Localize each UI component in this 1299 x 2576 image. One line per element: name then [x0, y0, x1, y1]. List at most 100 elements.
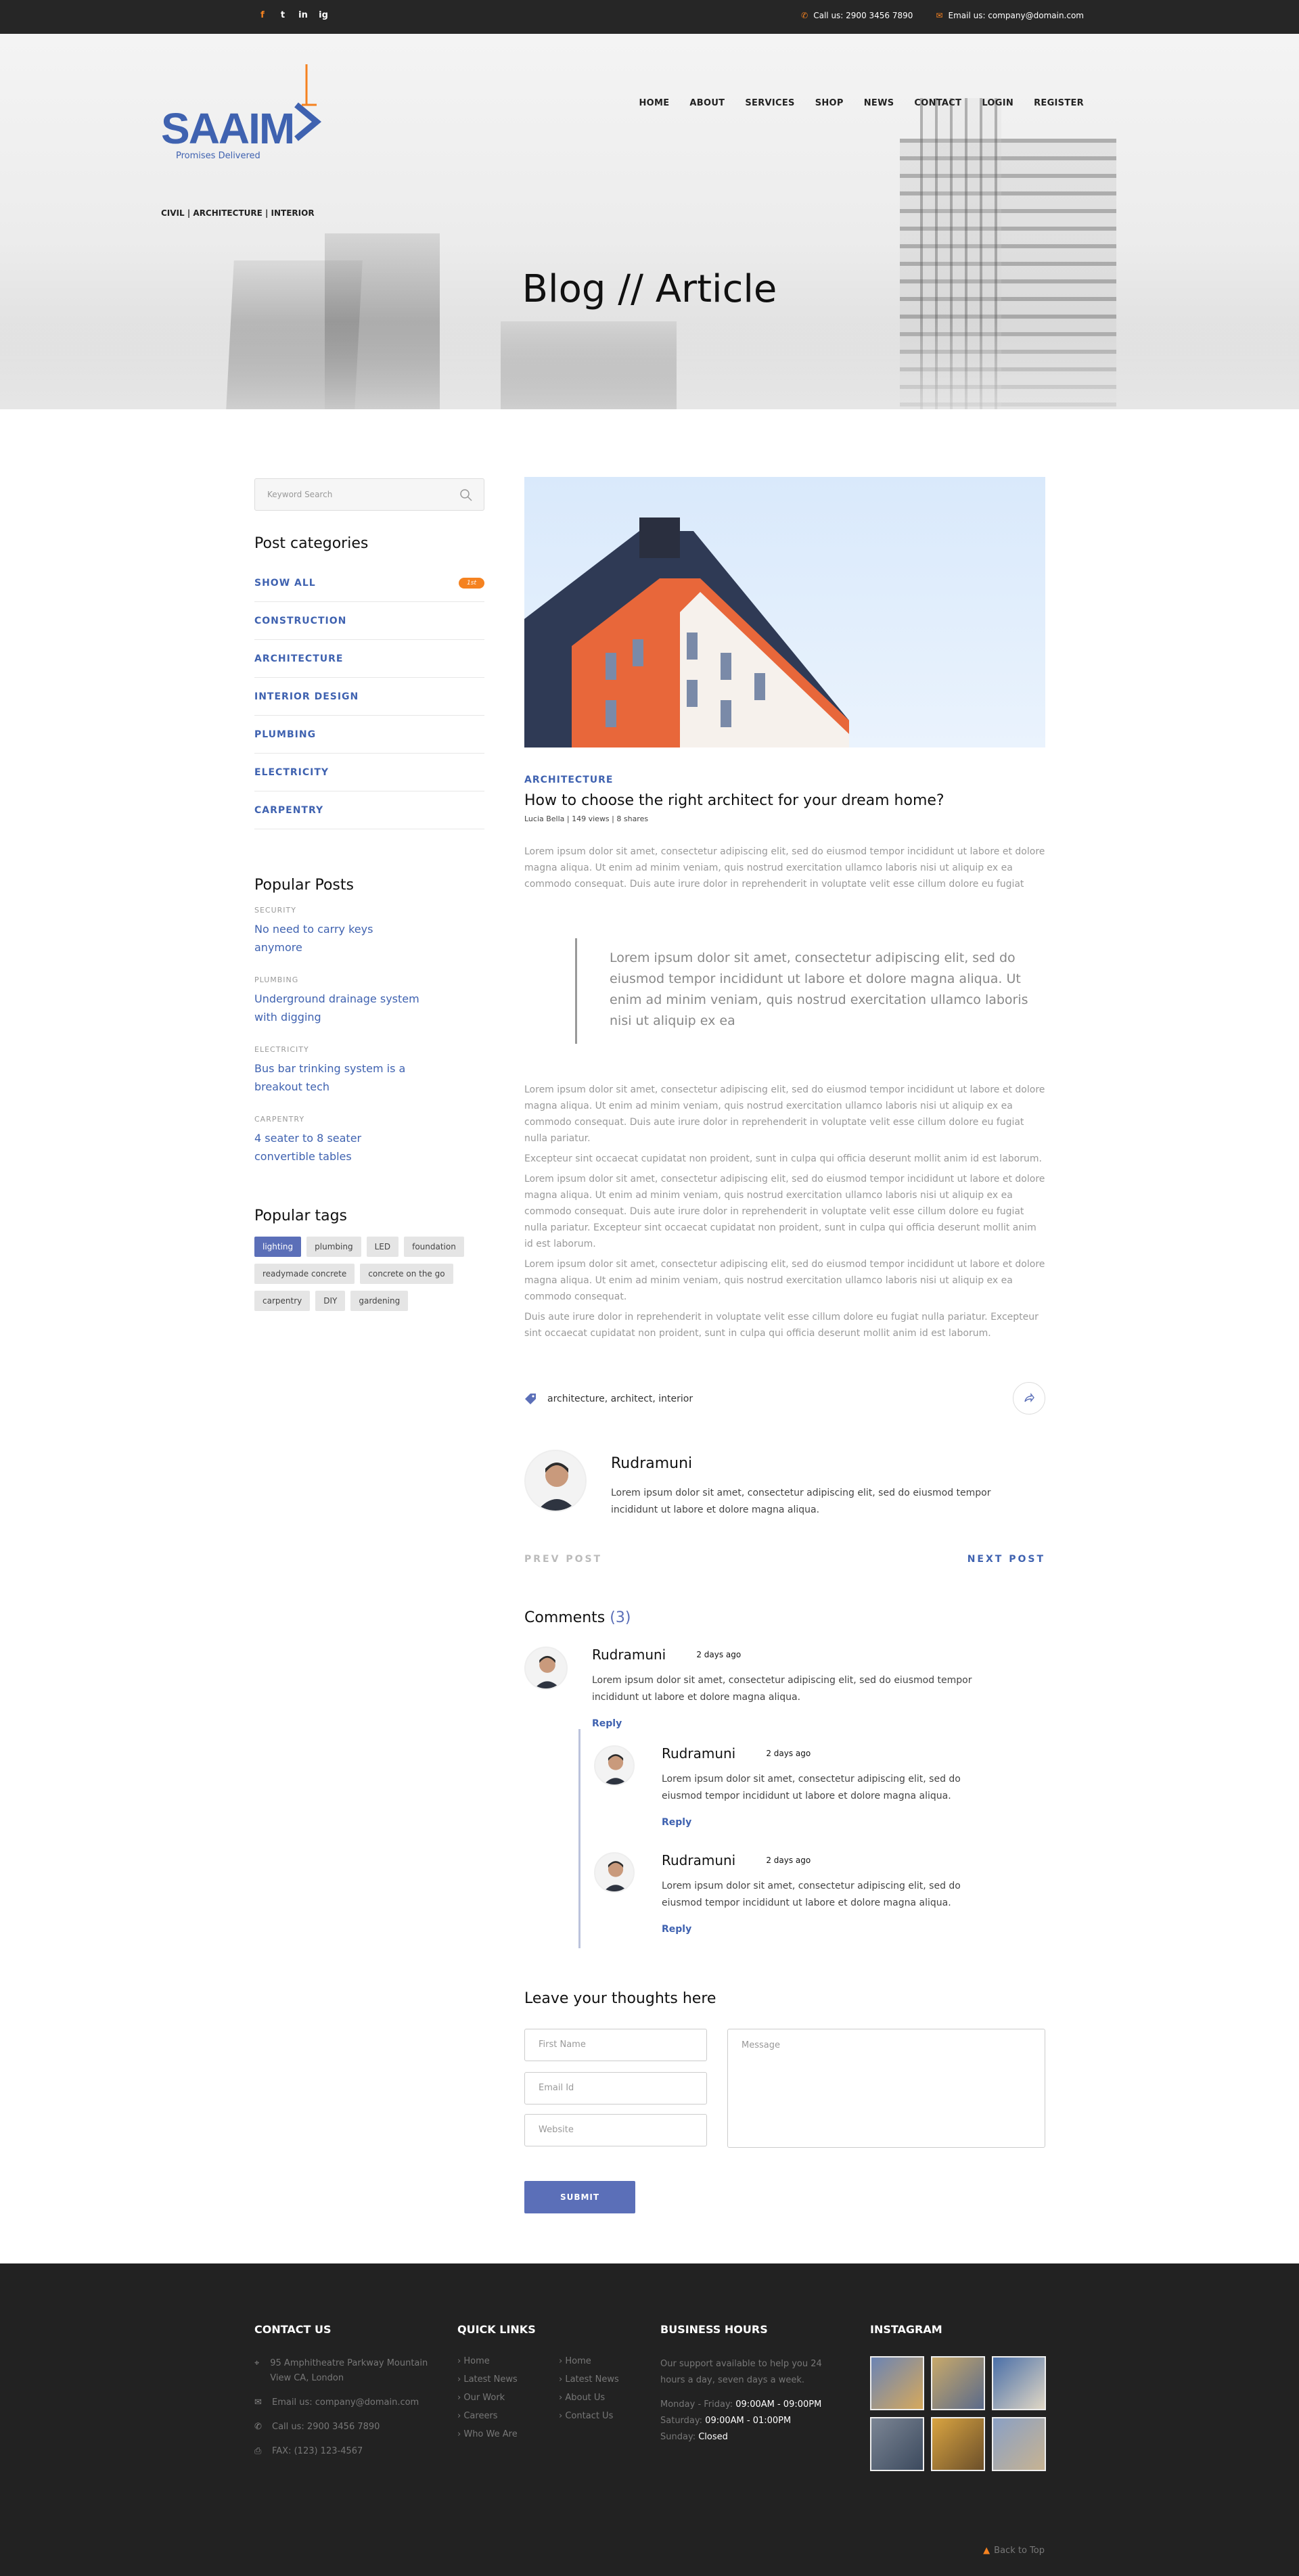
popular-post[interactable]: ELECTRICITY Bus bar trinking system is a …: [254, 1045, 484, 1096]
footer-link[interactable]: Latest News: [559, 2374, 660, 2385]
footer-link[interactable]: Our Work: [457, 2393, 559, 2403]
fax-icon: ⎙: [254, 2446, 262, 2456]
author-box: Rudramuni Lorem ipsum dolor sit amet, co…: [524, 1450, 1045, 1517]
nav-shop[interactable]: SHOP: [815, 98, 844, 108]
share-button[interactable]: [1013, 1382, 1045, 1414]
mail-icon: ✉: [254, 2397, 262, 2408]
logo[interactable]: SAAIM Promises Delivered CIVIL | ARCHITE…: [161, 64, 330, 218]
logo-mark-icon: [294, 64, 322, 141]
post-paragraph: Excepteur sint occaecat cupidatat non pr…: [524, 1153, 1042, 1164]
tag-chip[interactable]: readymade concrete: [254, 1264, 355, 1284]
footer-fax: FAX: (123) 123-4567: [272, 2446, 363, 2456]
email-field[interactable]: Email Id: [524, 2072, 707, 2104]
top-email[interactable]: ✉ Email us: company@domain.com: [936, 11, 1084, 20]
footer-heading: BUSINESS HOURS: [660, 2323, 768, 2336]
post-tags-list[interactable]: architecture, architect, interior: [547, 1394, 693, 1404]
comment-text: Lorem ipsum dolor sit amet, consectetur …: [662, 1774, 961, 1801]
reply-link[interactable]: Reply: [592, 1718, 1045, 1729]
instagram-photo[interactable]: [992, 2417, 1046, 2471]
message-field[interactable]: Message: [727, 2029, 1045, 2148]
footer-link[interactable]: About Us: [559, 2393, 660, 2403]
category-plumbing[interactable]: PLUMBING: [254, 716, 484, 754]
footer-phone: Call us: 2900 3456 7890: [272, 2422, 380, 2432]
submit-button[interactable]: SUBMIT: [524, 2181, 635, 2213]
footer-email[interactable]: Email us: company@domain.com: [272, 2395, 419, 2410]
search-input[interactable]: Keyword Search: [254, 478, 484, 511]
comment: Rudramuni 2 days ago Lorem ipsum dolor s…: [580, 1852, 1045, 1935]
footer-heading: INSTAGRAM: [870, 2323, 942, 2336]
avatar: [594, 1852, 635, 1893]
post-category[interactable]: ARCHITECTURE: [524, 775, 1045, 785]
nav-news[interactable]: NEWS: [864, 98, 894, 108]
footer-link[interactable]: Who We Are: [457, 2429, 559, 2439]
nav-login[interactable]: LOGIN: [982, 98, 1013, 108]
footer-link[interactable]: Latest News: [457, 2374, 559, 2385]
instagram-photo[interactable]: [870, 2356, 924, 2410]
comment-date: 2 days ago: [696, 1650, 742, 1659]
comment-text: Lorem ipsum dolor sit amet, consectetur …: [592, 1675, 972, 1703]
category-show-all[interactable]: SHOW ALL 1st: [254, 564, 484, 602]
nav-home[interactable]: HOME: [639, 98, 669, 108]
footer-link[interactable]: Home: [559, 2356, 660, 2366]
logo-subtitle: CIVIL | ARCHITECTURE | INTERIOR: [161, 208, 315, 218]
post-paragraph: Lorem ipsum dolor sit amet, consectetur …: [524, 1174, 1045, 1249]
nav-register[interactable]: REGISTER: [1034, 98, 1084, 108]
nav-about[interactable]: ABOUT: [689, 98, 725, 108]
twitter-icon[interactable]: t: [277, 10, 288, 20]
tag-icon: [525, 1394, 536, 1404]
search-placeholder: Keyword Search: [267, 490, 333, 499]
tag-chip[interactable]: concrete on the go: [360, 1264, 453, 1284]
avatar: [594, 1745, 635, 1786]
instagram-photo[interactable]: [992, 2356, 1046, 2410]
instagram-photo[interactable]: [870, 2417, 924, 2471]
avatar: [524, 1647, 568, 1690]
post-paragraph: Lorem ipsum dolor sit amet, consectetur …: [524, 1084, 1045, 1144]
popular-post[interactable]: CARPENTRY 4 seater to 8 seater convertibl…: [254, 1115, 484, 1166]
footer-link[interactable]: Contact Us: [559, 2411, 660, 2421]
comment-form: First Name Email Id Website Message SUBM…: [524, 2029, 1045, 2213]
tag-chip[interactable]: foundation: [404, 1237, 464, 1257]
tag-chip[interactable]: gardening: [350, 1291, 409, 1311]
prev-post-link[interactable]: PREV POST: [524, 1554, 602, 1565]
share-icon: [1024, 1393, 1034, 1402]
tag-chip[interactable]: lighting: [254, 1237, 302, 1257]
facebook-icon[interactable]: f: [257, 10, 268, 20]
footer-link[interactable]: Careers: [457, 2411, 559, 2421]
comments-count: (3): [610, 1609, 631, 1626]
reply-link[interactable]: Reply: [662, 1817, 1045, 1828]
tag-chip[interactable]: carpentry: [254, 1291, 311, 1311]
instagram-photo[interactable]: [931, 2356, 985, 2410]
footer-link[interactable]: Home: [457, 2356, 559, 2366]
category-construction[interactable]: CONSTRUCTION: [254, 602, 484, 640]
top-contact: ✆ Call us: 2900 3456 7890 ✉ Email us: comp…: [801, 11, 1084, 20]
comment-author: Rudramuni: [592, 1647, 666, 1663]
footer-contact: CONTACT US ⌖ 95 Amphitheatre Parkway Moun…: [254, 2323, 451, 2468]
featured-image: [524, 477, 1045, 748]
tag-chip[interactable]: DIY: [315, 1291, 346, 1311]
category-carpentry[interactable]: CARPENTRY: [254, 791, 484, 829]
comment-text: Lorem ipsum dolor sit amet, consectetur …: [662, 1881, 961, 1908]
first-name-field[interactable]: First Name: [524, 2029, 707, 2061]
comment: Rudramuni 2 days ago Lorem ipsum dolor s…: [524, 1647, 1045, 1729]
top-bar: f t in ig ✆ Call us: 2900 3456 7890 ✉ Emai…: [0, 0, 1299, 34]
category-electricity[interactable]: ELECTRICITY: [254, 754, 484, 791]
nav-contact[interactable]: CONTACT: [914, 98, 961, 108]
reply-link[interactable]: Reply: [662, 1924, 1045, 1935]
nav-services[interactable]: SERVICES: [745, 98, 794, 108]
linkedin-icon[interactable]: in: [298, 10, 309, 20]
tag-chip[interactable]: LED: [366, 1237, 399, 1257]
popular-post[interactable]: SECURITY No need to carry keys anymore: [254, 906, 484, 957]
instagram-photo[interactable]: [931, 2417, 985, 2471]
tag-chip[interactable]: plumbing: [306, 1237, 361, 1257]
logo-text: SAAIM: [161, 104, 295, 153]
comments-heading: Comments (3): [524, 1609, 631, 1626]
social-links: f t in ig: [257, 10, 329, 20]
next-post-link[interactable]: NEXT POST: [967, 1554, 1045, 1565]
category-interior-design[interactable]: INTERIOR DESIGN: [254, 678, 484, 716]
website-field[interactable]: Website: [524, 2114, 707, 2146]
popular-post[interactable]: PLUMBING Underground drainage system with…: [254, 975, 484, 1026]
search-icon[interactable]: [459, 488, 473, 502]
instagram-icon[interactable]: ig: [318, 10, 329, 20]
back-to-top-link[interactable]: ▲ Back to Top: [983, 2546, 1045, 2556]
category-architecture[interactable]: ARCHITECTURE: [254, 640, 484, 678]
